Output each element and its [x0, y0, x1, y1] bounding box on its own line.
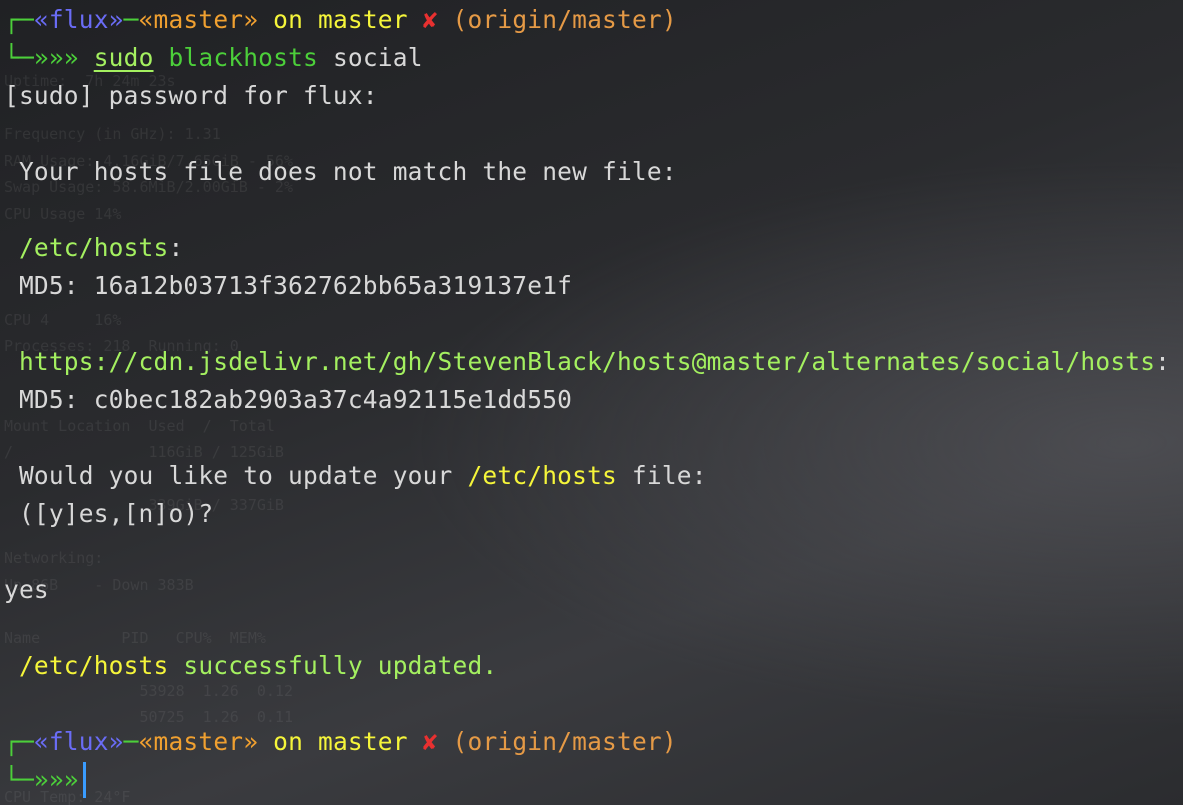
prompt2-username: flux [48, 727, 109, 756]
command-line: └─»»» sudo blackhosts social [4, 40, 423, 76]
success-path: /etc/hosts [4, 651, 169, 680]
prompt2-git-dirty-icon: ✘ [422, 727, 438, 756]
terminal-window[interactable]: ┌─«flux»─«master» on master ✘ (origin/ma… [4, 2, 1179, 802]
prompt2-arrows: »»» [33, 765, 79, 794]
remote-md5-value: c0bec182ab2903a37c4a92115e1dd550 [93, 385, 573, 414]
command-sudo: sudo [93, 43, 154, 72]
prompt2-branch: master [153, 727, 244, 756]
prompt2-corner: ┌─ [4, 727, 34, 756]
user-answer: yes [4, 575, 49, 604]
local-md5-value: 16a12b03713f362762bb65a319137e1f [93, 271, 573, 300]
prompt-corner: ┌─ [4, 5, 34, 34]
prompt2-top-line: ┌─«flux»─«master» on master ✘ (origin/ma… [4, 724, 677, 760]
local-hosts-path-line: /etc/hosts: [4, 230, 183, 266]
branch-bracket-close: » [243, 5, 259, 34]
update-question-suffix: file: [616, 461, 707, 490]
prompt-dash: ─ [123, 5, 139, 34]
git-dirty-icon: ✘ [422, 5, 438, 34]
user-bracket-open: « [33, 5, 49, 34]
prompt-branch: master [153, 5, 244, 34]
prompt2-input-line[interactable]: └─»»» [4, 762, 86, 798]
local-hosts-path: /etc/hosts [4, 233, 169, 262]
success-line: /etc/hosts successfully updated. [4, 648, 497, 684]
prompt2-corner-bottom: └─ [4, 765, 34, 794]
user-bracket-close: » [108, 5, 124, 34]
remote-md5-line: MD5: c0bec182ab2903a37c4a92115e1dd550 [4, 382, 572, 418]
prompt2-git-origin: (origin/master) [437, 727, 677, 756]
prompt-top-line: ┌─«flux»─«master» on master ✘ (origin/ma… [4, 2, 677, 38]
prompt2-user-bracket-open: « [33, 727, 49, 756]
git-origin: (origin/master) [437, 5, 677, 34]
prompt2-branch-bracket-open: « [138, 727, 154, 756]
remote-url-colon: : [1155, 347, 1171, 376]
update-question-line: Would you like to update your /etc/hosts… [4, 458, 707, 494]
local-md5-line: MD5: 16a12b03713f362762bb65a319137e1f [4, 268, 572, 304]
update-question-path: /etc/hosts [467, 461, 617, 490]
command-space [154, 43, 169, 72]
prompt-username: flux [48, 5, 109, 34]
prompt2-git-on-master: on master [258, 727, 423, 756]
local-md5-label: MD5: [4, 271, 94, 300]
prompt2-dash: ─ [123, 727, 139, 756]
mismatch-message: Your hosts file does not match the new f… [4, 157, 677, 186]
git-on-master: on master [258, 5, 423, 34]
command-argument: social [318, 43, 423, 72]
prompt2-user-bracket-close: » [108, 727, 124, 756]
command-blackhosts: blackhosts [168, 43, 318, 72]
local-hosts-colon: : [168, 233, 184, 262]
sudo-password-prompt: [sudo] password for flux: [4, 81, 378, 110]
success-message: successfully updated. [168, 651, 498, 680]
update-options: ([y]es,[n]o)? [4, 499, 214, 528]
text-cursor[interactable] [82, 762, 86, 798]
prompt-corner-bottom: └─ [4, 43, 34, 72]
prompt2-branch-bracket-close: » [243, 727, 259, 756]
remote-hosts-url: https://cdn.jsdelivr.net/gh/StevenBlack/… [4, 347, 1156, 376]
remote-md5-label: MD5: [4, 385, 94, 414]
branch-bracket-open: « [138, 5, 154, 34]
prompt-arrows: »»» [33, 43, 94, 72]
remote-url-line: https://cdn.jsdelivr.net/gh/StevenBlack/… [4, 344, 1170, 380]
update-question-prefix: Would you like to update your [4, 461, 468, 490]
